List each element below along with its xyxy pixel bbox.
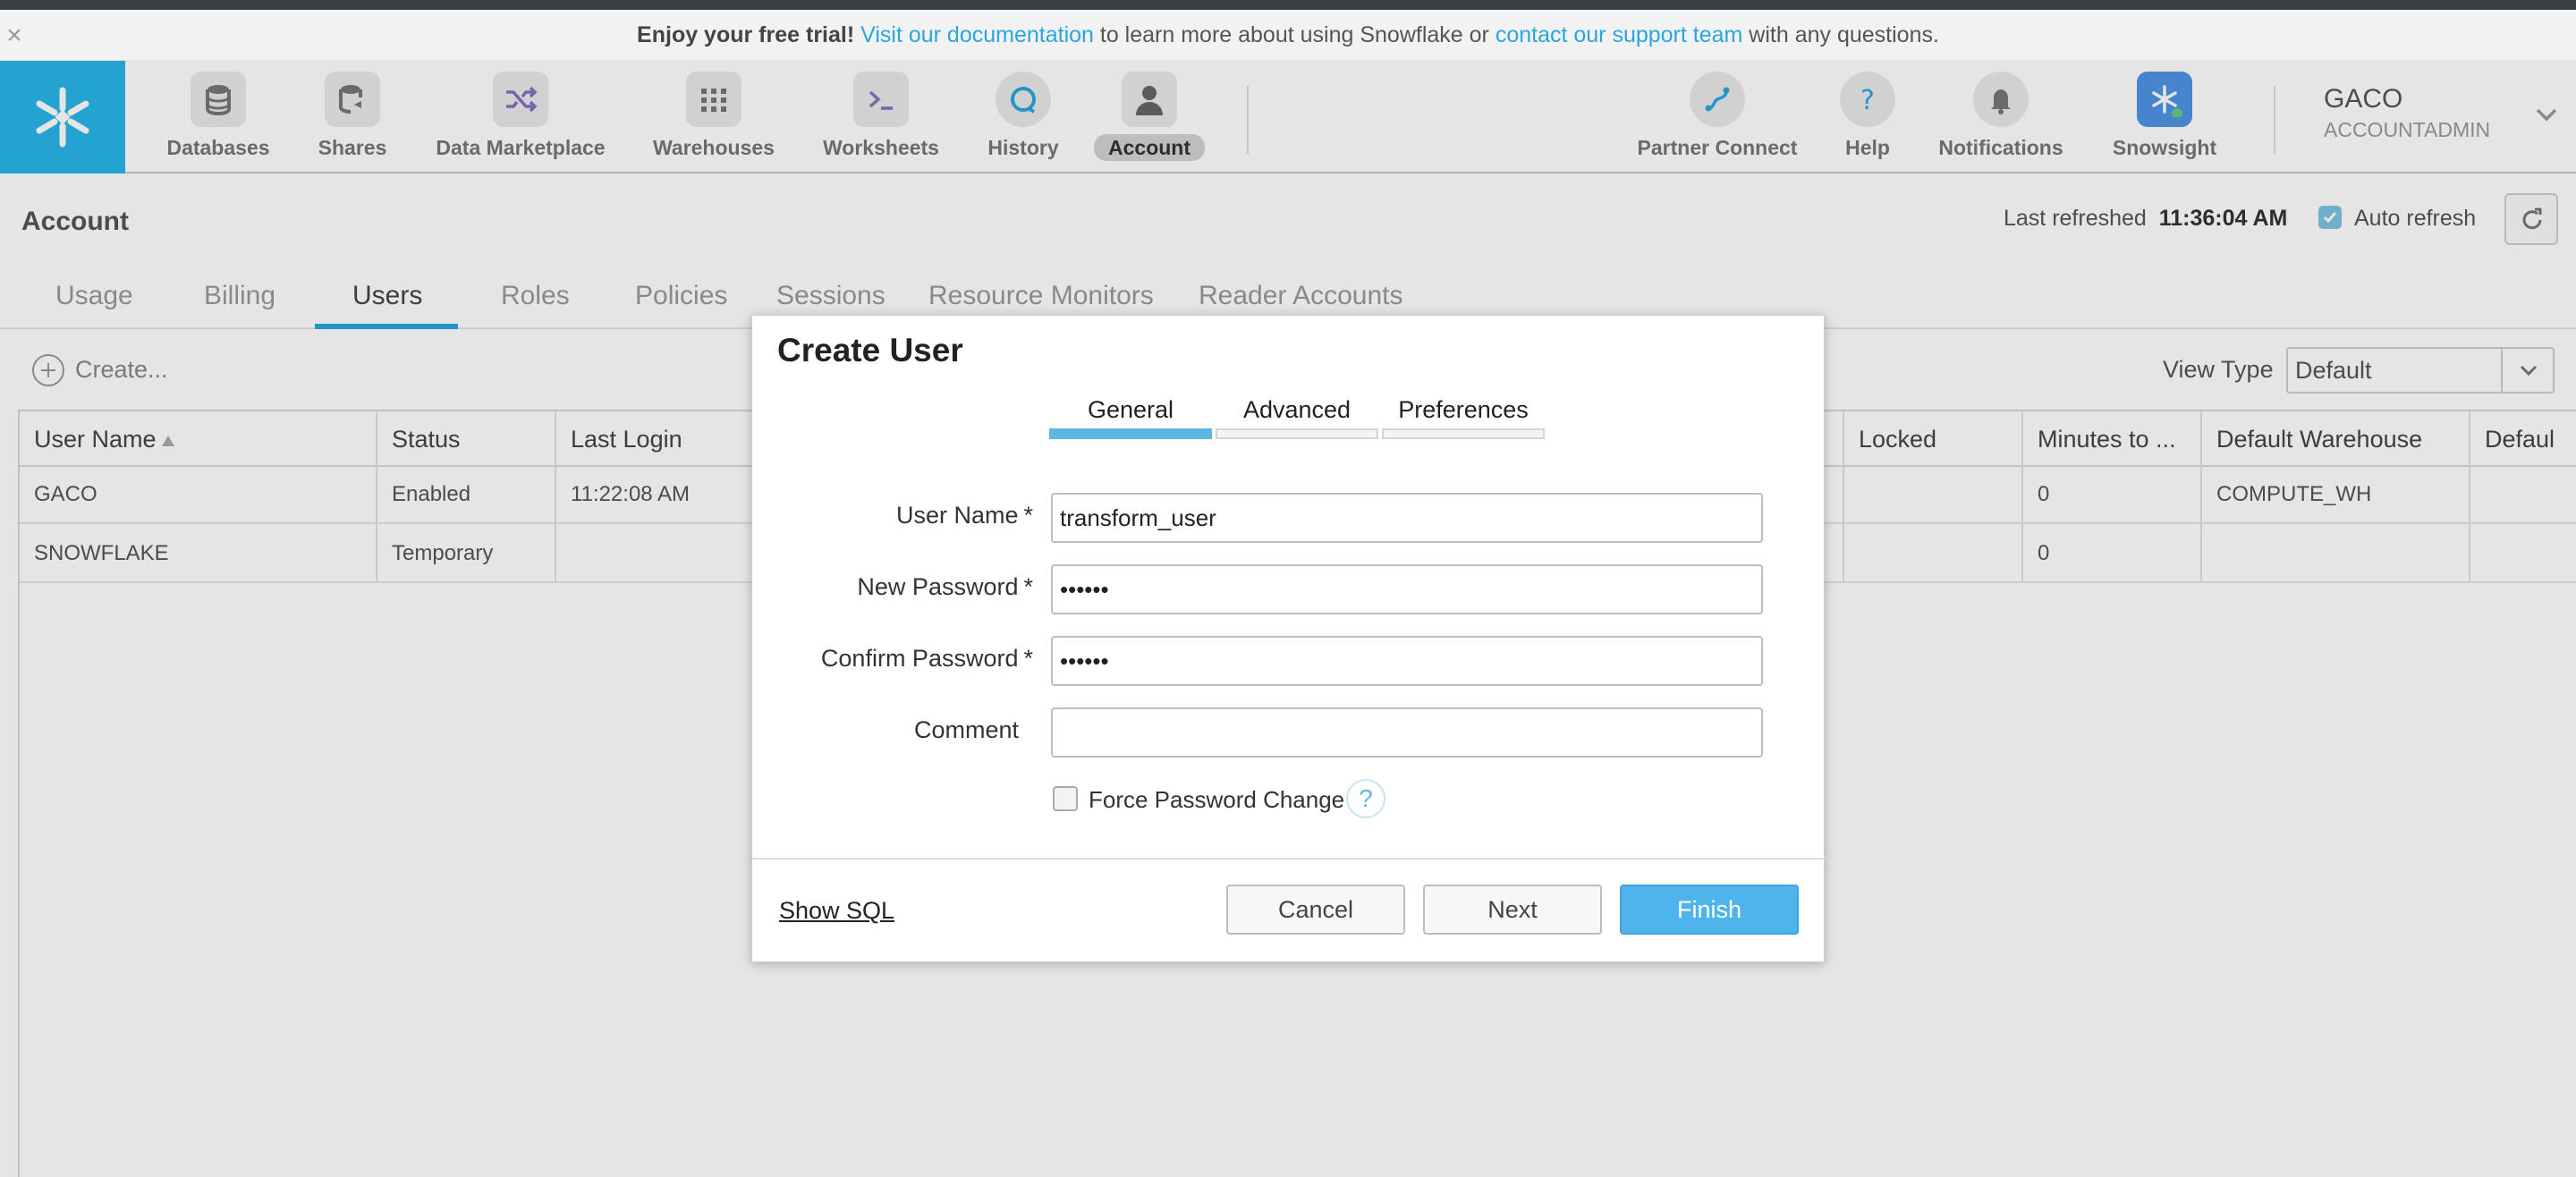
- close-icon[interactable]: ×: [4, 10, 25, 61]
- user-name-input[interactable]: [1051, 493, 1763, 543]
- banner-mid-text: to learn more about using Snowflake or: [1093, 22, 1496, 47]
- dialog-tab-preferences-indicator[interactable]: [1382, 428, 1545, 439]
- user-name-label: User Name *: [895, 502, 1033, 529]
- dialog-tab-general-indicator[interactable]: [1049, 428, 1212, 439]
- support-link[interactable]: contact our support team: [1496, 22, 1743, 47]
- banner-strong-text: Enjoy your free trial!: [637, 22, 855, 47]
- create-user-dialog: Create User General Advanced Preferences…: [751, 315, 1826, 962]
- cancel-button[interactable]: Cancel: [1226, 885, 1405, 935]
- dialog-tab-advanced[interactable]: Advanced: [1216, 396, 1378, 424]
- dialog-tab-general[interactable]: General: [1049, 396, 1212, 424]
- finish-button[interactable]: Finish: [1620, 885, 1799, 935]
- next-button[interactable]: Next: [1423, 885, 1602, 935]
- dialog-title: Create User: [777, 332, 963, 368]
- confirm-password-label: Confirm Password *: [820, 645, 1033, 672]
- trial-banner: Enjoy your free trial! Visit our documen…: [0, 10, 2576, 61]
- dialog-tab-preferences[interactable]: Preferences: [1382, 396, 1545, 424]
- comment-label: Comment: [913, 716, 1019, 743]
- banner-end-text: with any questions.: [1742, 22, 1939, 47]
- confirm-password-input[interactable]: ••••••: [1051, 636, 1763, 686]
- force-password-change-checkbox[interactable]: [1053, 786, 1078, 811]
- dialog-tab-advanced-indicator[interactable]: [1216, 428, 1378, 439]
- help-icon[interactable]: ?: [1346, 779, 1385, 818]
- new-password-label: New Password *: [857, 573, 1033, 600]
- dialog-divider: [752, 858, 1826, 859]
- force-password-change-label: Force Password Change: [1089, 786, 1345, 813]
- show-sql-link[interactable]: Show SQL: [779, 897, 894, 925]
- comment-input[interactable]: [1051, 707, 1763, 758]
- docs-link[interactable]: Visit our documentation: [860, 22, 1094, 47]
- window-top-strip: [0, 0, 2576, 10]
- new-password-input[interactable]: ••••••: [1051, 564, 1763, 614]
